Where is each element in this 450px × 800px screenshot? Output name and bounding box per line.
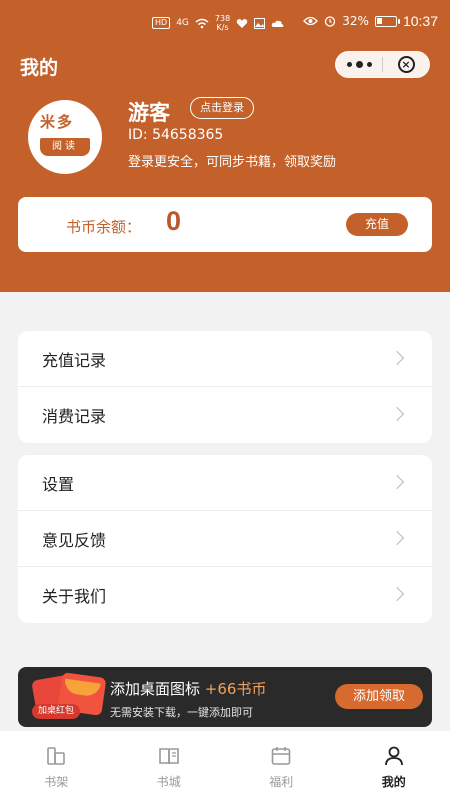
page-title: 我的 [20,57,59,79]
tab-label: 我的 [381,775,406,789]
chevron-right-icon [389,406,405,422]
battery-fill [376,17,383,24]
cloud-icon [271,20,284,27]
dot-icon [355,61,363,68]
tab-mine[interactable]: 我的 [338,731,450,800]
login-button[interactable]: 点击登录 [190,97,254,119]
close-button[interactable]: × [383,51,429,78]
promo-tag: 加桌红包 [32,704,80,719]
user-icon [384,746,403,766]
battery-icon [374,15,400,27]
recharge-button[interactable]: 充值 [346,213,408,236]
dot-icon [346,62,352,67]
clock: 10:37 [402,13,438,29]
heart-icon [236,18,248,28]
balance-card: 书币余额： 0 充值 [18,197,432,252]
chevron-right-icon [389,350,405,366]
settings-menu: 设置 意见反馈 关于我们 [18,455,432,623]
bookshelf-icon [47,747,66,765]
login-hint: 登录更安全，可同步书籍，领取奖励 [128,155,337,170]
promo-title: 添加桌面图标 +66书币 [110,678,266,699]
tab-label: 福利 [269,775,294,789]
speed-unit: K/s [216,23,229,32]
tab-label: 书城 [156,775,181,789]
calendar-icon [271,747,291,765]
chevron-right-icon [389,586,405,602]
menu-item-label: 充值记录 [42,350,107,370]
promo-subtitle: 无需安装下载，一键添加即可 [110,706,253,719]
image-icon [254,17,266,29]
add-claim-button[interactable]: 添加领取 [335,684,423,709]
avatar[interactable]: 米多 阅读 [28,100,102,174]
status-bar: HD 4G 738 K/s 32% 10:37 [0,8,450,36]
close-icon: × [397,56,415,73]
promo-title-text: 添加桌面图标 [110,680,201,698]
menu-item-settings[interactable]: 设置 [18,455,432,511]
avatar-book-text: 阅读 [40,138,90,156]
balance-label: 书币余额： [66,218,142,236]
status-left: HD 4G 738 K/s [152,14,284,32]
hd-badge: HD [152,17,171,29]
balance-value: 0 [166,206,182,236]
chevron-right-icon [389,530,405,546]
menu-item-consumption-records[interactable]: 消费记录 [18,387,432,443]
menu-item-feedback[interactable]: 意见反馈 [18,511,432,567]
user-id: ID: 54658365 [128,127,224,143]
network-speed: 738 K/s [215,14,230,32]
records-menu: 充值记录 消费记录 [18,331,432,443]
tab-bar: 书架 书城 福利 我的 [0,731,450,800]
eye-icon [303,16,319,26]
speed-value: 738 [214,14,231,23]
tab-welfare[interactable]: 福利 [225,731,338,800]
username: 游客 [128,101,170,125]
book-open-icon [158,748,179,765]
promo-reward: +66书币 [204,680,267,698]
tab-bookstore[interactable]: 书城 [113,731,226,800]
menu-item-recharge-records[interactable]: 充值记录 [18,331,432,387]
dot-icon [366,62,372,67]
battery-percent: 32% [342,14,369,28]
chevron-right-icon [389,474,405,490]
menu-item-label: 设置 [42,474,75,494]
add-to-desktop-banner[interactable]: 加桌红包 添加桌面图标 +66书币 无需安装下载，一键添加即可 添加领取 [18,667,432,727]
menu-item-label: 意见反馈 [42,530,107,550]
menu-item-label: 关于我们 [42,587,107,606]
tab-label: 书架 [44,775,69,789]
avatar-logo-text: 米多 [40,113,75,131]
network-label: 4G [176,18,189,28]
more-options-button[interactable] [336,51,382,78]
wifi-icon [195,18,209,28]
menu-item-about-us[interactable]: 关于我们 [18,567,432,623]
tab-bookshelf[interactable]: 书架 [0,731,113,800]
alarm-icon [325,16,336,27]
mini-program-capsule: × [335,51,430,78]
status-right: 32% 10:37 [303,13,438,29]
menu-item-label: 消费记录 [42,407,107,426]
